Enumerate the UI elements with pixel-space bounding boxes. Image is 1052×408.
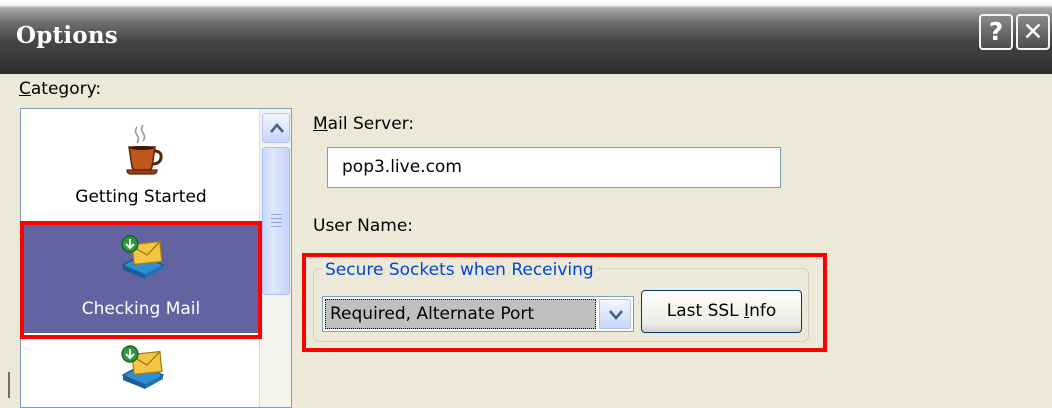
grip-line: [271, 218, 282, 219]
title-bar: Options ? ✕: [0, 0, 1052, 74]
mail-server-label: Mail Server:: [313, 114, 414, 134]
window-title: Options: [16, 22, 118, 49]
category-label-accelerator: C: [19, 79, 31, 99]
highlight-box-secure-sockets: [302, 253, 827, 352]
grip-line: [271, 222, 282, 223]
category-item-third[interactable]: [23, 333, 259, 407]
chevron-up-icon: [270, 123, 284, 133]
category-item-label: Getting Started: [75, 187, 207, 207]
category-label-rest: ategory:: [30, 79, 102, 99]
category-item-getting-started[interactable]: Getting Started: [23, 109, 259, 221]
mail-server-input[interactable]: pop3.live.com: [327, 147, 781, 188]
category-scrollbar[interactable]: [259, 109, 291, 407]
grip-line: [271, 226, 282, 227]
grip-line: [271, 214, 282, 215]
close-button[interactable]: ✕: [1016, 14, 1050, 50]
mail-inbox-icon: [121, 345, 165, 389]
window-edge: [8, 372, 10, 398]
mail-server-label-accelerator: M: [313, 114, 328, 134]
scroll-thumb[interactable]: [262, 147, 290, 295]
coffee-cup-icon: [126, 124, 163, 175]
highlight-box-checking-mail: [20, 221, 262, 339]
user-name-label: User Name:: [313, 216, 414, 236]
mail-server-label-rest: ail Server:: [327, 114, 415, 134]
help-button[interactable]: ?: [979, 14, 1013, 50]
category-label: Category:: [19, 79, 101, 99]
scroll-up-button[interactable]: [262, 113, 290, 143]
